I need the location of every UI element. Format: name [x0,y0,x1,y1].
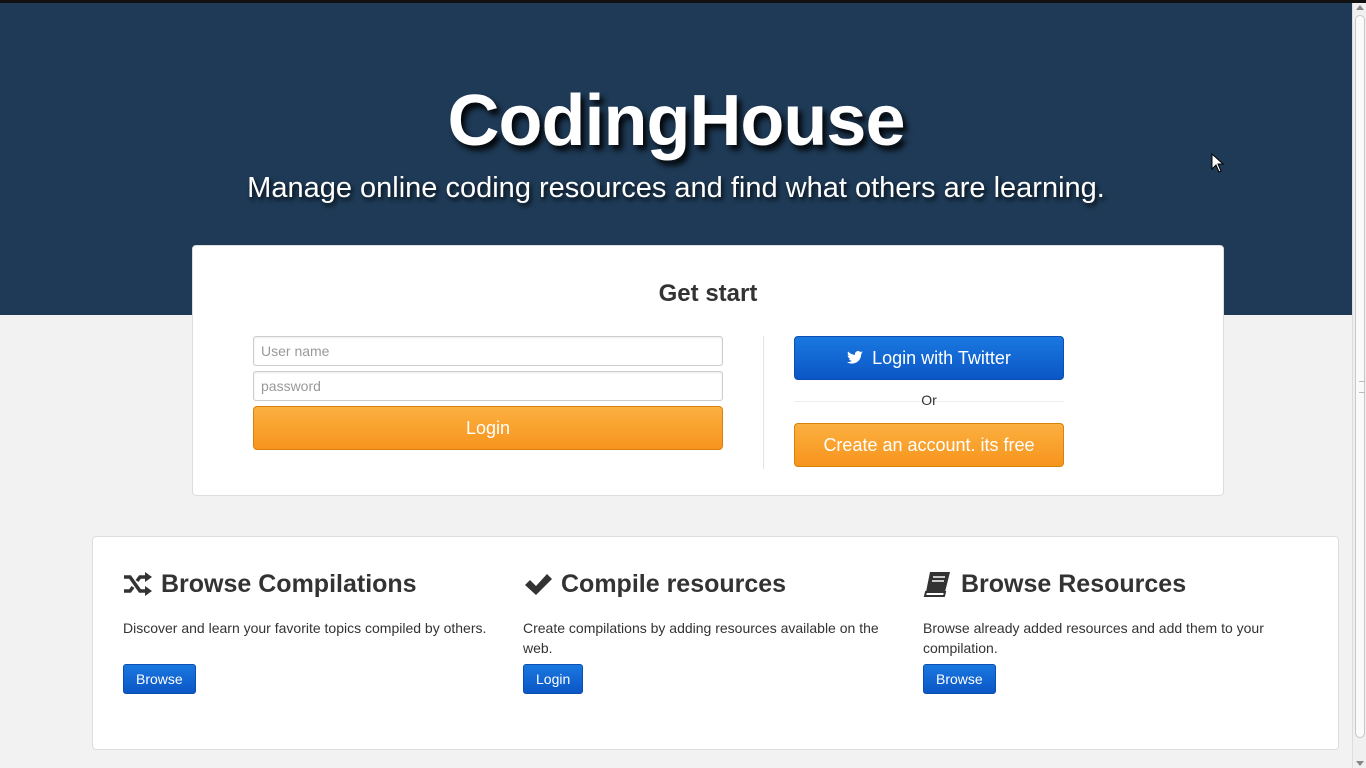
feature-browse-compilations: Browse Compilations Discover and learn y… [123,567,493,694]
twitter-bird-icon [847,351,864,364]
shuffle-icon [124,572,152,596]
feature-browse-resources: Browse Resources Browse already added re… [923,567,1293,694]
browse-compilations-button[interactable]: Browse [123,664,196,694]
features-panel: Browse Compilations Discover and learn y… [92,536,1339,750]
feature-title-text: Compile resources [561,570,787,598]
feature-description: Create compilations by adding resources … [523,620,879,656]
get-started-heading: Get start [658,280,758,307]
feature-title-text: Browse Compilations [161,570,417,598]
vertical-scrollbar[interactable] [1352,3,1366,768]
feature-title: Compile resources [523,567,893,601]
scroll-up-arrow-icon[interactable] [1356,5,1364,10]
password-input[interactable] [253,371,723,401]
site-title: CodingHouse [447,81,906,161]
scrollbar-thumb[interactable] [1355,15,1365,738]
scrollbar-grip-icon [1359,381,1365,393]
login-with-twitter-button[interactable]: Login with Twitter [794,336,1064,380]
feature-title-text: Browse Resources [961,570,1187,598]
book-icon [923,572,950,597]
or-separator-text: Or [921,392,937,408]
get-started-card: Get start Login Login with Twitter Or Cr… [192,245,1224,496]
feature-title: Browse Resources [923,567,1293,601]
scroll-down-arrow-icon[interactable] [1356,761,1364,766]
feature-description: Discover and learn your favorite topics … [123,620,487,636]
feature-description: Browse already added resources and add t… [923,620,1264,656]
create-account-button[interactable]: Create an account. its free [794,423,1064,467]
browse-resources-button[interactable]: Browse [923,664,996,694]
mouse-cursor-icon [1211,153,1225,173]
vertical-divider [763,336,764,469]
feature-title: Browse Compilations [123,567,493,601]
username-input[interactable] [253,336,723,366]
twitter-button-label: Login with Twitter [872,348,1011,368]
checkmark-icon [525,574,552,595]
feature-compile-resources: Compile resources Create compilations by… [523,567,893,694]
login-button[interactable]: Login [253,406,723,450]
site-tagline: Manage online coding resources and find … [247,172,1105,204]
compile-login-button[interactable]: Login [523,664,584,694]
